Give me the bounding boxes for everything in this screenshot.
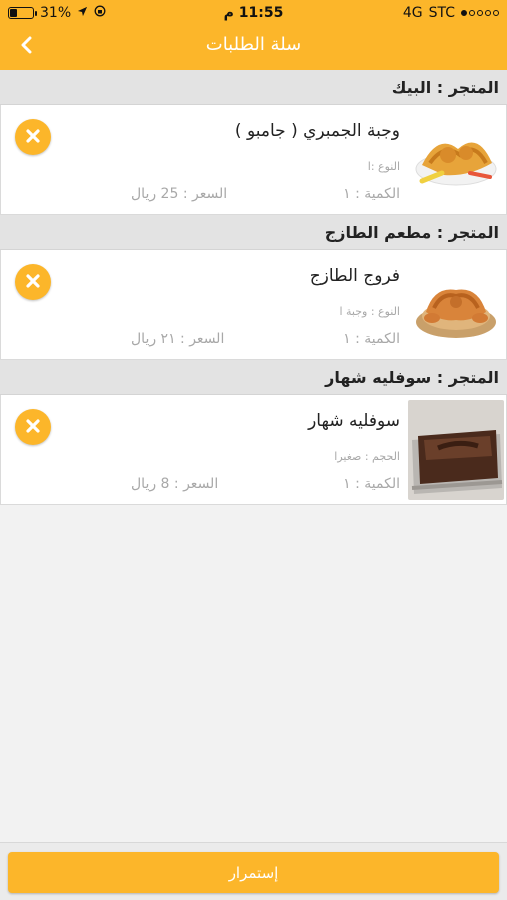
footer-bar: إستمرار <box>0 842 507 900</box>
nav-bar: سلة الطلبات <box>0 28 507 70</box>
chocolate-souffle-image <box>408 400 504 500</box>
item-name: سوفليه شهار <box>308 411 400 431</box>
item-quantity: الكمية : ١ <box>343 186 400 202</box>
grilled-chicken-image <box>408 256 504 352</box>
cart-item: وجبة الجمبري ( جامبو ) النوع :ا الكمية :… <box>0 105 507 215</box>
carrier-name: STC <box>428 5 455 21</box>
remove-item-button[interactable] <box>15 409 51 445</box>
signal-icon <box>461 10 499 16</box>
item-quantity: الكمية : ١ <box>343 331 400 347</box>
item-price: السعر : 8 ريال <box>131 476 219 492</box>
page-title: سلة الطلبات <box>205 34 302 55</box>
top-bar: 31% 11:55 م 4G STC سلة الطلبات <box>0 0 507 70</box>
store-header: المتجر : سوفليه شهار <box>0 360 507 395</box>
item-price: السعر : ٢١ ريال <box>131 331 225 347</box>
close-icon <box>26 273 40 292</box>
cart-item: سوفليه شهار الحجم : صغيرا الكمية : ١ الس… <box>0 395 507 505</box>
store-header: المتجر : مطعم الطازج <box>0 215 507 250</box>
remove-item-button[interactable] <box>15 119 51 155</box>
status-right: 4G STC <box>403 5 499 21</box>
continue-button[interactable]: إستمرار <box>8 852 499 893</box>
item-type: النوع : وجبة ا <box>339 305 400 318</box>
item-size: الحجم : صغيرا <box>334 450 400 463</box>
shrimp-meal-image <box>408 111 504 207</box>
network-type: 4G <box>402 5 423 21</box>
store-header: المتجر : البيك <box>0 70 507 105</box>
item-quantity: الكمية : ١ <box>343 476 400 492</box>
cart-list: المتجر : البيك وجبة الجمبري ( جامبو ) ال… <box>0 70 507 505</box>
status-bar: 31% 11:55 م 4G STC <box>0 0 507 28</box>
remove-item-button[interactable] <box>15 264 51 300</box>
item-type: النوع :ا <box>367 160 400 173</box>
cart-item: فروج الطازج النوع : وجبة ا الكمية : ١ ال… <box>0 250 507 360</box>
close-icon <box>26 128 40 147</box>
item-price: السعر : 25 ريال <box>131 186 228 202</box>
close-icon <box>26 418 40 437</box>
item-name: فروج الطازج <box>309 266 400 286</box>
item-name: وجبة الجمبري ( جامبو ) <box>234 121 400 141</box>
